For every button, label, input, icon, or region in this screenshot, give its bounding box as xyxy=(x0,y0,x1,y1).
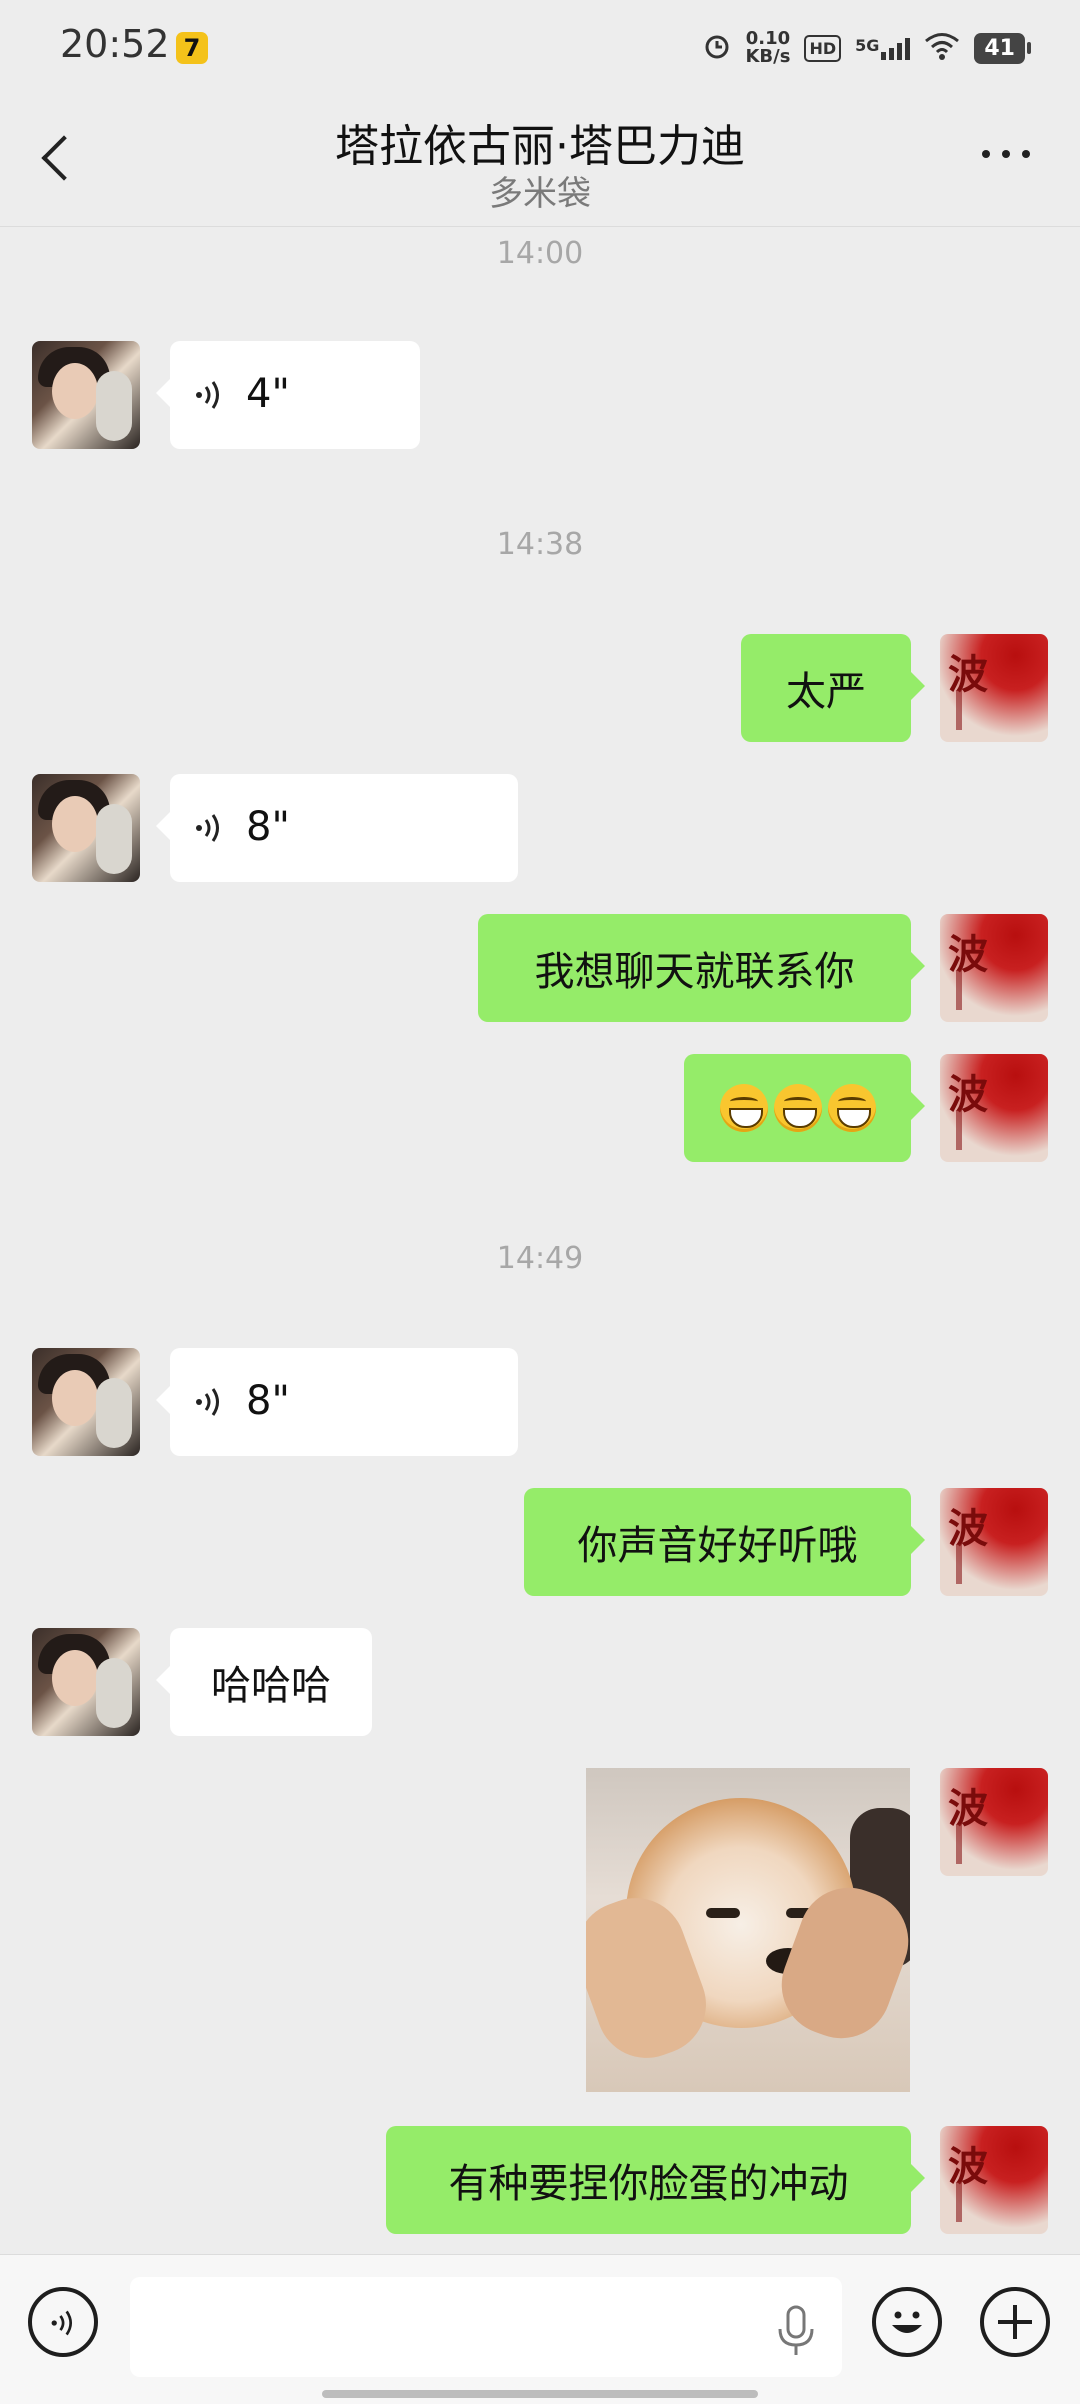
user-avatar[interactable]: 波 xyxy=(940,634,1048,742)
contact-avatar[interactable] xyxy=(32,774,140,882)
voice-duration: 8" xyxy=(246,1378,290,1424)
chat-subtitle: 多米袋 xyxy=(489,174,591,214)
status-time: 20:52 xyxy=(60,22,170,66)
voice-duration: 4" xyxy=(246,371,290,417)
contact-avatar[interactable] xyxy=(32,1348,140,1456)
message-input[interactable] xyxy=(130,2277,842,2377)
user-avatar[interactable]: 波 xyxy=(940,1768,1048,1876)
voice-wave-icon xyxy=(196,1388,219,1416)
message-text: 太严 xyxy=(786,669,866,715)
battery-level: 41 xyxy=(984,35,1015,61)
user-avatar[interactable]: 波 xyxy=(940,914,1048,1022)
message-text: 哈哈哈 xyxy=(211,1663,331,1709)
signal-icon: 5G xyxy=(855,36,911,60)
timestamp: 14:00 xyxy=(496,236,584,271)
sticker-image[interactable] xyxy=(586,1768,910,2092)
message-input-bar xyxy=(0,2254,1080,2404)
chat-header: 塔拉依古丽·塔巴力迪 多米袋 xyxy=(0,90,1080,226)
message-text: 有种要捏你脸蛋的冲动 xyxy=(448,2161,849,2207)
emoji-icon[interactable] xyxy=(872,2287,942,2357)
network-type: 5G xyxy=(855,36,880,55)
message-text: 我想聊天就联系你 xyxy=(534,949,855,995)
network-speed-unit: KB/s xyxy=(745,46,791,67)
user-avatar[interactable]: 波 xyxy=(940,2126,1048,2234)
grinning-face-emoji-icon xyxy=(719,1084,768,1132)
voice-message-bubble[interactable]: 4" xyxy=(156,341,420,449)
home-indicator[interactable] xyxy=(322,2390,758,2398)
voice-toggle-icon[interactable] xyxy=(28,2287,98,2357)
outgoing-text-bubble[interactable]: 太严 xyxy=(741,634,925,742)
outgoing-text-bubble[interactable]: 我想聊天就联系你 xyxy=(478,914,925,1022)
app-notification-icon: 7 xyxy=(176,32,208,64)
battery-icon: 41 xyxy=(974,32,1031,64)
voice-message-bubble[interactable]: 8" xyxy=(156,774,518,882)
timestamp: 14:49 xyxy=(496,1241,584,1276)
contact-avatar[interactable] xyxy=(32,341,140,449)
status-indicators: 0.10 KB/s HD 5G 41 xyxy=(703,26,1031,70)
grinning-face-emoji-icon xyxy=(827,1084,876,1132)
status-bar: 20:52 7 0.10 KB/s HD 5G 41 xyxy=(0,0,1080,90)
contact-avatar[interactable] xyxy=(32,1628,140,1736)
outgoing-text-bubble[interactable]: 有种要捏你脸蛋的冲动 xyxy=(386,2126,925,2234)
microphone-icon[interactable] xyxy=(772,2303,820,2359)
chat-screen: 20:52 7 0.10 KB/s HD 5G 41 塔拉依古丽·塔巴力迪 多米… xyxy=(0,0,1080,2404)
hd-badge: HD xyxy=(804,34,842,62)
plus-icon[interactable] xyxy=(980,2287,1050,2357)
header-divider xyxy=(0,226,1080,227)
voice-wave-icon xyxy=(196,381,219,409)
incoming-text-bubble[interactable]: 哈哈哈 xyxy=(156,1628,372,1736)
grinning-face-emoji-icon xyxy=(773,1084,822,1132)
chat-title: 塔拉依古丽·塔巴力迪 xyxy=(335,121,745,172)
alarm-icon xyxy=(703,32,731,64)
more-options-icon[interactable] xyxy=(982,150,1030,158)
message-text: 你声音好好听哦 xyxy=(577,1523,858,1569)
voice-duration: 8" xyxy=(246,804,290,850)
wifi-icon xyxy=(924,32,960,64)
user-avatar[interactable]: 波 xyxy=(940,1488,1048,1596)
timestamp: 14:38 xyxy=(496,527,584,562)
user-avatar[interactable]: 波 xyxy=(940,1054,1048,1162)
outgoing-emoji-bubble[interactable] xyxy=(684,1054,925,1162)
voice-message-bubble[interactable]: 8" xyxy=(156,1348,518,1456)
voice-wave-icon xyxy=(196,814,219,842)
network-speed: 0.10 KB/s xyxy=(745,30,790,66)
outgoing-text-bubble[interactable]: 你声音好好听哦 xyxy=(524,1488,925,1596)
